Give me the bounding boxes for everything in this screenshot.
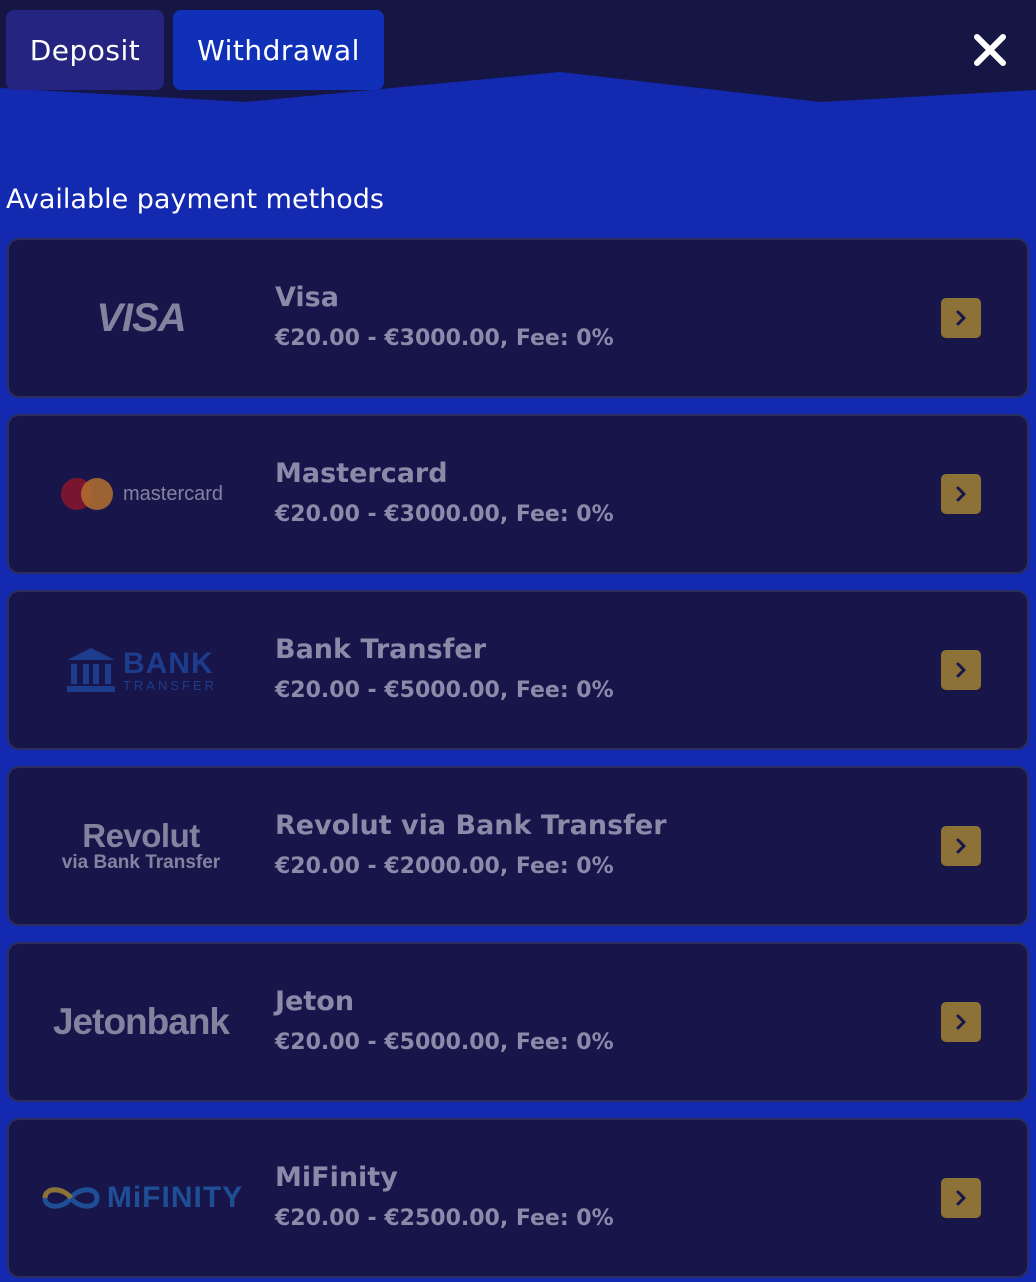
payment-method-revolut[interactable]: Revolut via Bank Transfer Revolut via Ba… bbox=[7, 766, 1029, 926]
close-icon bbox=[974, 34, 1006, 66]
close-button[interactable] bbox=[950, 10, 1030, 90]
mifinity-logo-text: MiFINITY bbox=[106, 1181, 244, 1214]
method-name: Mastercard bbox=[275, 458, 448, 489]
section-title: Available payment methods bbox=[6, 184, 384, 215]
select-method-button[interactable] bbox=[941, 474, 981, 514]
payment-method-mifinity[interactable]: MiFINITY MiFinity €20.00 - €2500.00, Fee… bbox=[7, 1118, 1029, 1278]
payment-method-jeton[interactable]: Jetonbank Jeton €20.00 - €5000.00, Fee: … bbox=[7, 942, 1029, 1102]
payment-method-mastercard[interactable]: mastercard Mastercard €20.00 - €3000.00,… bbox=[7, 414, 1029, 574]
chevron-right-icon bbox=[956, 838, 966, 854]
mastercard-circles-icon bbox=[60, 478, 113, 510]
chevron-right-icon bbox=[956, 1190, 966, 1206]
tab-withdrawal[interactable]: Withdrawal bbox=[173, 10, 384, 90]
method-limits: €20.00 - €2000.00, Fee: 0% bbox=[275, 854, 614, 879]
revolut-logo-subtext: via Bank Transfer bbox=[61, 852, 221, 874]
bank-logo-text: BANK bbox=[122, 646, 214, 680]
method-name: Bank Transfer bbox=[275, 634, 487, 665]
select-method-button[interactable] bbox=[941, 298, 981, 338]
bank-building-icon bbox=[66, 648, 115, 692]
mifinity-logo: MiFINITY bbox=[31, 1150, 251, 1246]
method-limits: €20.00 - €3000.00, Fee: 0% bbox=[275, 502, 614, 527]
select-method-button[interactable] bbox=[941, 826, 981, 866]
bank-transfer-logo: BANK TRANSFER bbox=[31, 622, 251, 718]
chevron-right-icon bbox=[956, 310, 966, 326]
payment-method-bank-transfer[interactable]: BANK TRANSFER Bank Transfer €20.00 - €50… bbox=[7, 590, 1029, 750]
bank-logo-subtext: TRANSFER bbox=[122, 677, 218, 693]
select-method-button[interactable] bbox=[941, 650, 981, 690]
mastercard-logo-text: mastercard bbox=[122, 482, 224, 505]
select-method-button[interactable] bbox=[941, 1002, 981, 1042]
jetonbank-logo-text: Jetonbank bbox=[52, 1001, 230, 1042]
method-name: Visa bbox=[275, 282, 339, 313]
method-limits: €20.00 - €5000.00, Fee: 0% bbox=[275, 678, 614, 703]
select-method-button[interactable] bbox=[941, 1178, 981, 1218]
method-name: Revolut via Bank Transfer bbox=[275, 810, 667, 841]
method-name: MiFinity bbox=[275, 1162, 398, 1193]
method-name: Jeton bbox=[275, 986, 355, 1017]
chevron-right-icon bbox=[956, 486, 966, 502]
tab-deposit[interactable]: Deposit bbox=[6, 10, 164, 90]
method-limits: €20.00 - €2500.00, Fee: 0% bbox=[275, 1206, 614, 1231]
infinity-icon bbox=[42, 1187, 100, 1209]
method-limits: €20.00 - €3000.00, Fee: 0% bbox=[275, 326, 614, 351]
method-limits: €20.00 - €5000.00, Fee: 0% bbox=[275, 1030, 614, 1055]
payment-method-visa[interactable]: VISA Visa €20.00 - €3000.00, Fee: 0% bbox=[7, 238, 1029, 398]
jetonbank-logo: Jetonbank bbox=[31, 974, 251, 1070]
visa-logo: VISA bbox=[31, 270, 251, 366]
revolut-logo: Revolut via Bank Transfer bbox=[31, 798, 251, 894]
chevron-right-icon bbox=[956, 662, 966, 678]
revolut-logo-text: Revolut bbox=[82, 816, 200, 854]
payment-methods-list: VISA Visa €20.00 - €3000.00, Fee: 0% mas… bbox=[7, 238, 1029, 1282]
mastercard-logo: mastercard bbox=[31, 446, 251, 542]
visa-logo-text: VISA bbox=[96, 295, 186, 340]
chevron-right-icon bbox=[956, 1014, 966, 1030]
